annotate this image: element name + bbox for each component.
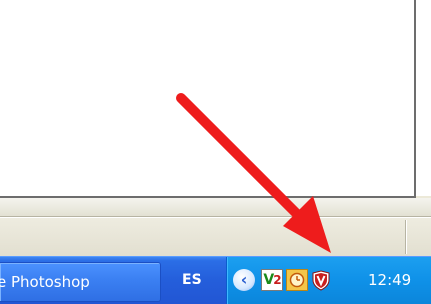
clock[interactable]: 12:49 xyxy=(368,257,411,304)
status-bar xyxy=(0,217,431,256)
application-window xyxy=(0,0,431,258)
shield-icon[interactable] xyxy=(311,270,331,291)
v2-icon[interactable]: V2 xyxy=(261,269,283,291)
window-bottom-toolbar xyxy=(0,198,431,217)
chevron-left-icon: ‹ xyxy=(240,270,248,289)
taskbar-button-label: e Photoshop xyxy=(0,273,90,291)
language-indicator[interactable]: ES xyxy=(182,257,202,304)
taskbar: e Photoshop ES ‹ V2 12:49 xyxy=(0,256,431,304)
clock-icon[interactable] xyxy=(286,269,308,291)
window-content-area xyxy=(0,0,416,198)
taskbar-button-photoshop[interactable]: e Photoshop xyxy=(0,262,161,302)
show-hidden-icons-button[interactable]: ‹ xyxy=(233,269,255,291)
system-tray: ‹ V2 12:49 xyxy=(226,257,431,304)
window-margin xyxy=(416,0,431,196)
status-bar-divider xyxy=(405,220,406,254)
